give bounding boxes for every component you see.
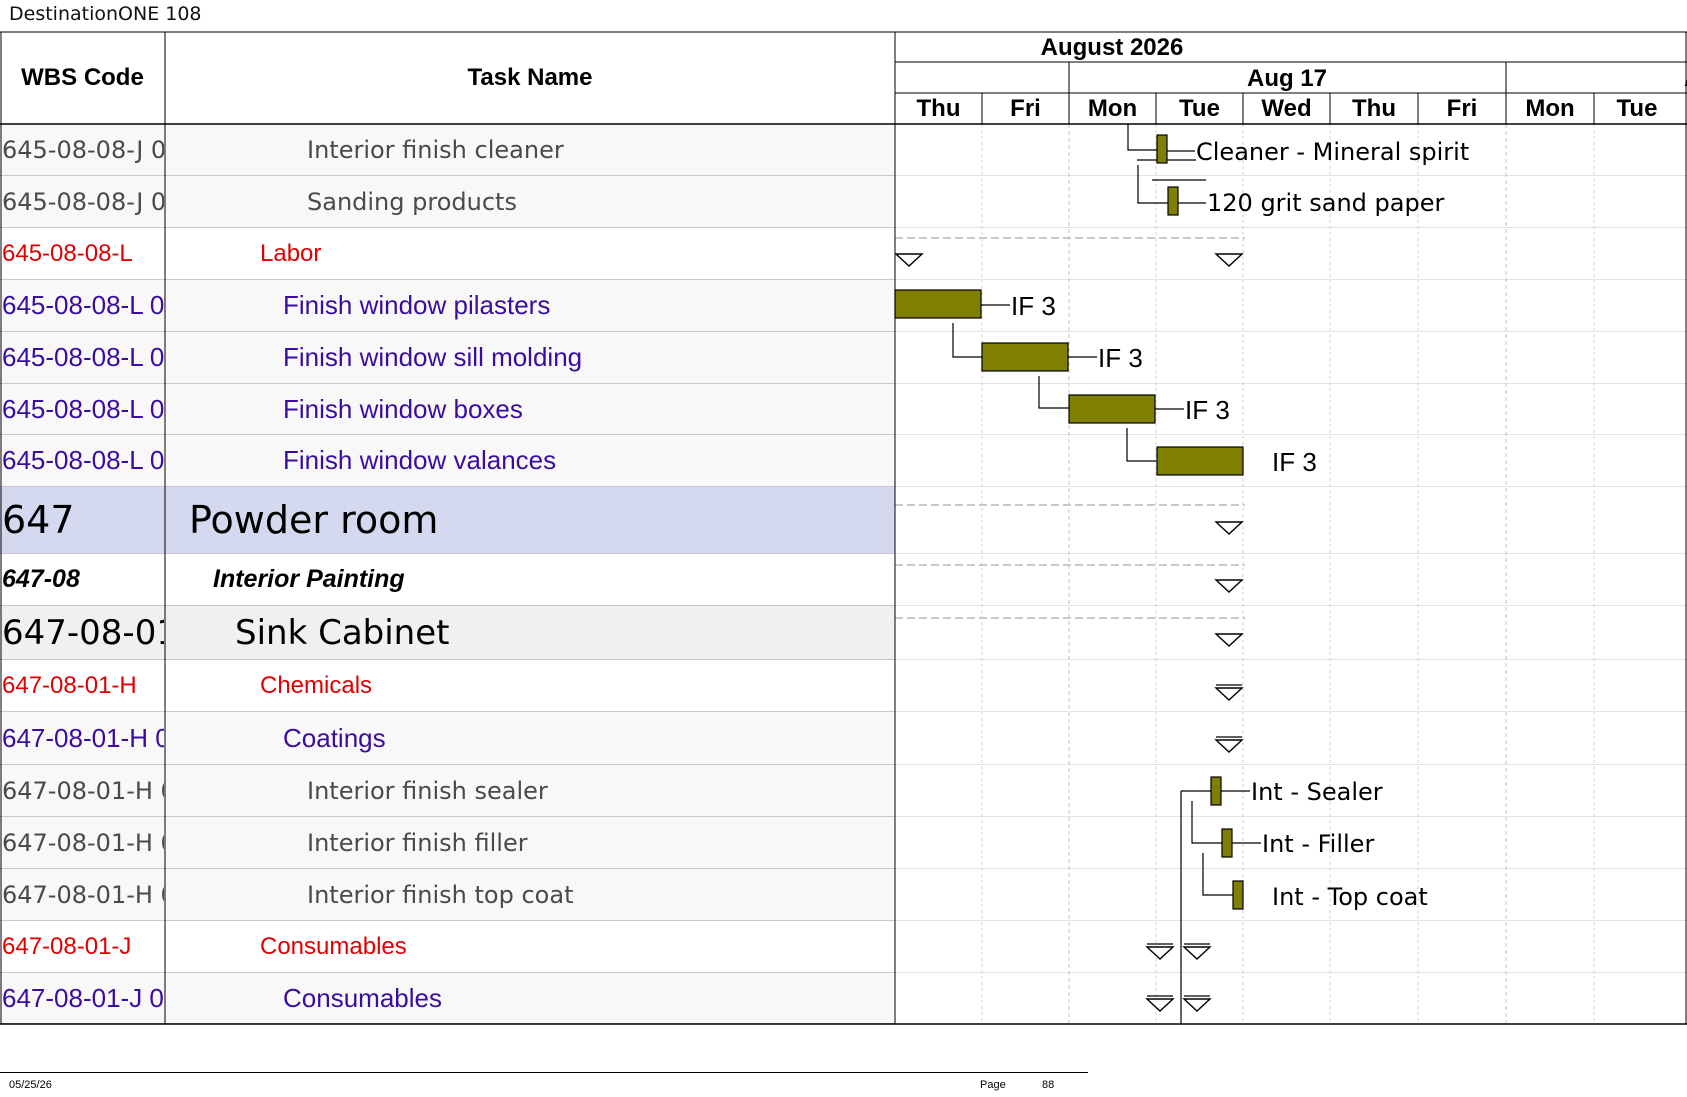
chart-row-band: [895, 921, 1687, 973]
task-bar: [1156, 446, 1244, 476]
bar-label-if3: IF 3: [1098, 343, 1143, 373]
bar-label-cleaner: Cleaner - Mineral spirit: [1196, 138, 1469, 166]
report-page: DestinationONE 108 WBS Code Task Name 645-…: [0, 0, 1687, 1097]
month-header: August 2026: [1041, 34, 1184, 61]
chart-row-band: [895, 554, 1687, 606]
footer-date: 05/25/26: [9, 1079, 52, 1091]
chart-row-band: [895, 487, 1687, 554]
day-header: Tue: [1179, 95, 1220, 122]
footer-page-label: Page: [980, 1079, 1006, 1091]
day-header: Mon: [1088, 95, 1137, 122]
day-header: Thu: [917, 95, 961, 122]
day-header: Wed: [1261, 95, 1311, 122]
chart-row-band: [895, 384, 1687, 435]
day-header: Fri: [1010, 95, 1041, 122]
task-bar: [1068, 394, 1156, 424]
week-header: Aug 17: [1247, 65, 1327, 92]
bar-label-if3: IF 3: [1272, 447, 1317, 477]
chart-row-band: [895, 606, 1687, 660]
chart-row-band: [895, 660, 1687, 712]
chart-row-band: [895, 712, 1687, 765]
chart-row-band: [895, 973, 1687, 1024]
bar-label-sandpaper: 120 grit sand paper: [1207, 189, 1444, 217]
task-bar: [1232, 880, 1244, 910]
task-bar: [1210, 776, 1222, 806]
task-bar: [981, 342, 1069, 372]
task-bar: [1167, 186, 1179, 216]
day-header: Fri: [1447, 95, 1478, 122]
chart-row-band: [895, 228, 1687, 280]
day-header: Tue: [1617, 95, 1658, 122]
gantt-chart: August 2026 Aug 17 Thu Fri Mon Tue Wed Thu Fri Mo…: [0, 31, 1687, 1025]
day-header: Thu: [1352, 95, 1396, 122]
footer-page-number: 88: [1042, 1079, 1055, 1091]
bar-label-sealer: Int - Sealer: [1251, 778, 1383, 806]
bar-label-if3: IF 3: [1011, 291, 1056, 321]
footer-rule: [0, 1072, 1088, 1073]
bar-label-filler: Int - Filler: [1262, 830, 1374, 858]
day-header: Mon: [1525, 95, 1574, 122]
bar-label-if3: IF 3: [1185, 395, 1230, 425]
task-bar: [894, 289, 982, 319]
task-bar: [1221, 828, 1233, 858]
task-bar: [1156, 134, 1168, 164]
bar-label-topcoat: Int - Top coat: [1272, 883, 1428, 911]
